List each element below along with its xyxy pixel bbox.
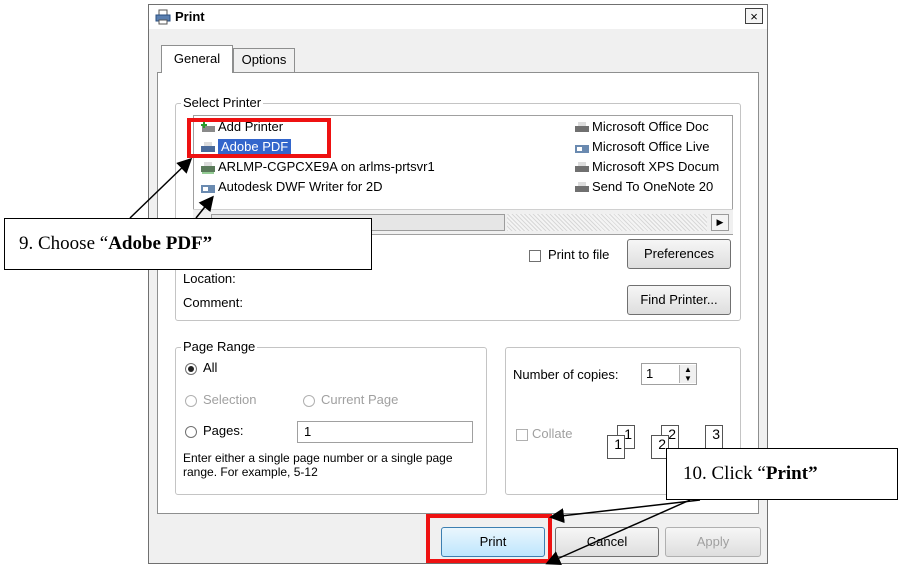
- apply-button[interactable]: Apply: [665, 527, 761, 557]
- step10-callout: 10. Click “Print”: [666, 448, 898, 500]
- fax-printer-icon: [575, 144, 589, 153]
- collate-label: Collate: [532, 426, 573, 441]
- scrollbar-track[interactable]: [507, 214, 707, 231]
- selection-radio[interactable]: [185, 395, 197, 407]
- close-button[interactable]: ×: [745, 8, 763, 24]
- list-item[interactable]: Microsoft Office Doc: [574, 118, 709, 136]
- page-range-hint: Enter either a single page number or a s…: [183, 451, 453, 479]
- pages-label: Pages:: [203, 423, 244, 438]
- tab-options[interactable]: Options: [233, 48, 295, 72]
- network-printer-icon: [201, 161, 215, 174]
- collate-page-icon: 1: [607, 435, 625, 459]
- step9-text: 9. Choose “: [19, 233, 109, 254]
- step9-callout: 9. Choose “Adobe PDF”: [4, 218, 372, 270]
- cancel-button[interactable]: Cancel: [555, 527, 659, 557]
- page-range-label: Page Range: [181, 339, 258, 354]
- printer-icon: [155, 9, 171, 25]
- list-item[interactable]: Microsoft XPS Docum: [574, 158, 719, 176]
- all-radio[interactable]: [185, 363, 197, 375]
- pages-radio[interactable]: [185, 426, 197, 438]
- selection-label: Selection: [203, 392, 257, 407]
- printer-icon: [575, 161, 589, 172]
- comment-label: Comment:: [183, 295, 243, 310]
- tab-general[interactable]: General: [161, 45, 233, 73]
- list-item[interactable]: Autodesk DWF Writer for 2D: [200, 178, 382, 196]
- all-label: All: [203, 360, 218, 375]
- collate-checkbox[interactable]: [516, 429, 528, 441]
- print-button-highlight: [426, 514, 552, 563]
- step10-text: 10. Click “: [683, 463, 766, 484]
- copies-label: Number of copies:: [513, 367, 619, 382]
- find-printer-button[interactable]: Find Printer...: [627, 285, 731, 315]
- current-page-radio[interactable]: [303, 395, 315, 407]
- step10-bold-text: Print”: [765, 463, 818, 484]
- list-item[interactable]: Send To OneNote 20: [574, 178, 713, 196]
- select-printer-label: Select Printer: [181, 95, 264, 110]
- window-title: Print: [175, 9, 205, 24]
- copies-spinner-icon[interactable]: ▲ ▼: [679, 365, 696, 383]
- print-to-file-checkbox[interactable]: [529, 250, 541, 262]
- printer-icon: [575, 181, 589, 192]
- title-bar: Print ×: [149, 5, 767, 29]
- pages-input[interactable]: 1: [297, 421, 473, 443]
- print-to-file-label: Print to file: [548, 247, 610, 262]
- fax-printer-icon: [201, 184, 215, 193]
- list-item[interactable]: Microsoft Office Live: [574, 138, 710, 156]
- collate-page-icon: 3: [705, 425, 723, 449]
- scroll-right-arrow-icon[interactable]: ▶: [711, 214, 729, 231]
- list-item[interactable]: ARLMP-CGPCXE9A on arlms-prtsvr1: [200, 158, 435, 176]
- location-label: Location:: [183, 271, 236, 286]
- current-page-label: Current Page: [321, 392, 399, 407]
- adobe-pdf-highlight: [187, 118, 331, 158]
- preferences-button[interactable]: Preferences: [627, 239, 731, 269]
- step9-bold-text: Adobe PDF”: [108, 233, 213, 254]
- printer-icon: [575, 121, 589, 132]
